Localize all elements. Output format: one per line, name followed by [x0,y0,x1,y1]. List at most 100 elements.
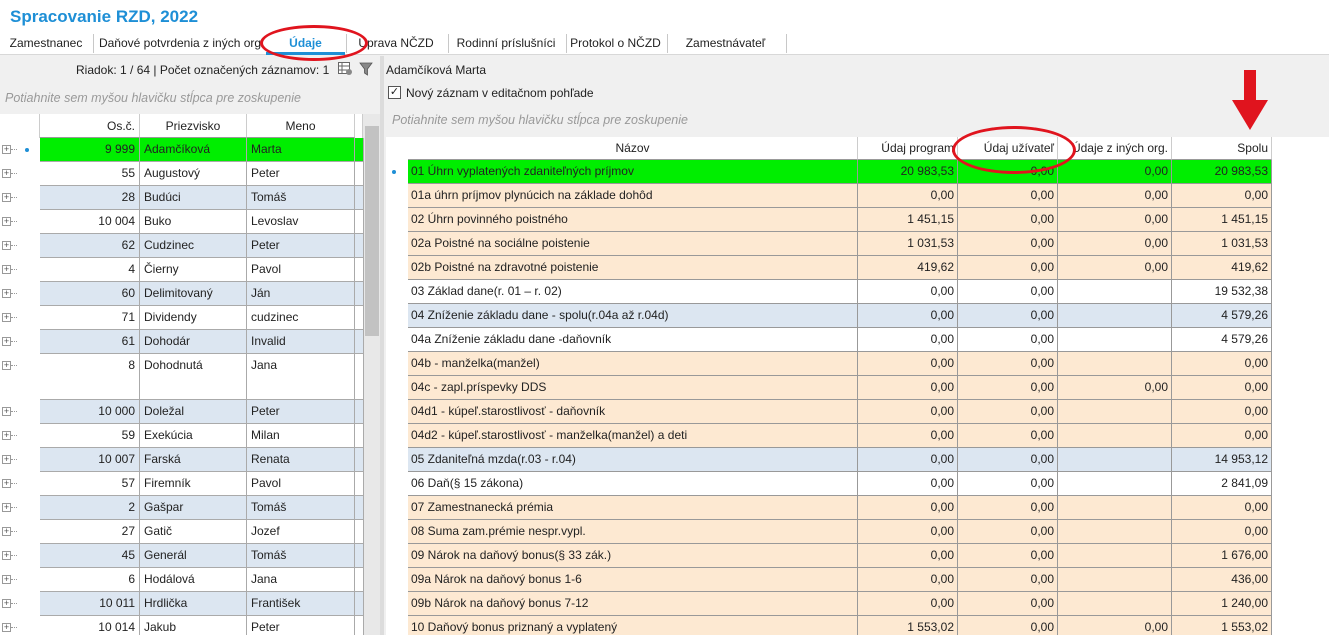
cell-spolu[interactable]: 2 841,09 [1172,472,1272,496]
tax-row[interactable]: 04 Zníženie základu dane - spolu(r.04a a… [408,304,1272,328]
cell-meno[interactable]: Tomáš [247,186,355,210]
cell-nazov[interactable]: 04c - zapl.príspevky DDS [408,376,858,400]
cell-priezvisko[interactable]: Augustový [140,162,247,186]
cell-priezvisko[interactable]: Gašpar [140,496,247,520]
tab-5[interactable]: Protokol o NČZD [565,32,666,55]
cell-priezvisko[interactable]: Gatič [140,520,247,544]
cell-ine[interactable] [1058,568,1172,592]
cell-nazov[interactable]: 07 Zamestnanecká prémia [408,496,858,520]
cell-program[interactable]: 0,00 [858,184,958,208]
expand-icon[interactable]: + [2,503,11,512]
cell-osc[interactable]: 55 [40,162,140,186]
expand-icon[interactable]: + [2,145,11,154]
filter-icon[interactable] [359,62,373,76]
cell-priezvisko[interactable]: Farská [140,448,247,472]
tab-1[interactable]: Daňové potvrdenia z iných org [95,32,265,55]
cell-ine[interactable] [1058,400,1172,424]
cell-nazov[interactable]: 02b Poistné na zdravotné poistenie [408,256,858,280]
cell-osc[interactable]: 27 [40,520,140,544]
tax-row[interactable]: 04c - zapl.príspevky DDS 0,00 0,00 0,00 0,00 [408,376,1272,400]
cell-nazov[interactable]: 09 Nárok na daňový bonus(§ 33 zák.) [408,544,858,568]
cell-ine[interactable] [1058,352,1172,376]
cell-spolu[interactable]: 0,00 [1172,352,1272,376]
cell-nazov[interactable]: 04d2 - kúpeľ.starostlivosť - manželka(ma… [408,424,858,448]
left-group-hint[interactable]: Potiahnite sem myšou hlavičku stĺpca pre… [5,91,301,105]
employee-row[interactable]: +8 Dohodnutá Jana [0,354,364,400]
right-group-hint[interactable]: Potiahnite sem myšou hlavičku stĺpca pre… [392,113,688,127]
cell-uzivatel[interactable]: 0,00 [958,448,1058,472]
cell-program[interactable]: 0,00 [858,448,958,472]
cell-program[interactable]: 0,00 [858,376,958,400]
cell-uzivatel[interactable]: 0,00 [958,376,1058,400]
cell-spolu[interactable]: 1 676,00 [1172,544,1272,568]
pane-splitter[interactable] [380,56,384,635]
tax-row[interactable]: 02a Poistné na sociálne poistenie 1 031,5… [408,232,1272,256]
tax-row[interactable]: 09 Nárok na daňový bonus(§ 33 zák.) 0,00 0… [408,544,1272,568]
tax-row[interactable]: 05 Zdaniteľná mzda(r.03 - r.04) 0,00 0,00 1… [408,448,1272,472]
cell-uzivatel[interactable]: 0,00 [958,616,1058,635]
cell-meno[interactable]: Jozef [247,520,355,544]
cell-spolu[interactable]: 4 579,26 [1172,304,1272,328]
employee-row[interactable]: +61 Dohodár Invalid [0,330,364,354]
cell-spolu[interactable]: 1 553,02 [1172,616,1272,635]
cell-osc[interactable]: 6 [40,568,140,592]
cell-nazov[interactable]: 02 Úhrn povinného poistného [408,208,858,232]
cell-program[interactable]: 0,00 [858,592,958,616]
cell-spolu[interactable]: 1 451,15 [1172,208,1272,232]
cell-program[interactable]: 1 031,53 [858,232,958,256]
cell-uzivatel[interactable]: 0,00 [958,208,1058,232]
cell-spolu[interactable]: 19 532,38 [1172,280,1272,304]
cell-meno[interactable]: Milan [247,424,355,448]
cell-osc[interactable]: 2 [40,496,140,520]
tab-2[interactable]: Údaje [266,32,345,55]
cell-meno[interactable]: Jana [247,568,355,592]
cell-meno[interactable]: Peter [247,616,355,635]
cell-meno[interactable]: Peter [247,234,355,258]
cell-uzivatel[interactable]: 0,00 [958,280,1058,304]
cell-priezvisko[interactable]: Budúci [140,186,247,210]
cell-program[interactable]: 419,62 [858,256,958,280]
tax-row[interactable]: 09a Nárok na daňový bonus 1-6 0,00 0,00 436… [408,568,1272,592]
cell-priezvisko[interactable]: Hodálová [140,568,247,592]
new-record-checkbox[interactable]: ✓ [388,86,401,99]
cell-nazov[interactable]: 10 Daňový bonus priznaný a vyplatený [408,616,858,635]
cell-spolu[interactable]: 0,00 [1172,520,1272,544]
cell-meno[interactable]: Levoslav [247,210,355,234]
cell-nazov[interactable]: 06 Daň(§ 15 zákona) [408,472,858,496]
cell-priezvisko[interactable]: Delimitovaný [140,282,247,306]
cell-program[interactable]: 1 451,15 [858,208,958,232]
cell-program[interactable]: 0,00 [858,496,958,520]
cell-meno[interactable]: Peter [247,400,355,424]
cell-meno[interactable]: Tomáš [247,544,355,568]
cell-nazov[interactable]: 01a úhrn príjmov plynúcich na základe do… [408,184,858,208]
cell-nazov[interactable]: 08 Suma zam.prémie nespr.vypl. [408,520,858,544]
column-header-udaje-z-inych-org[interactable]: Údaje z iných org. [1058,137,1172,160]
expand-icon[interactable]: + [2,479,11,488]
cell-osc[interactable]: 59 [40,424,140,448]
cell-meno[interactable]: Renata [247,448,355,472]
cell-program[interactable]: 0,00 [858,400,958,424]
cell-priezvisko[interactable]: Exekúcia [140,424,247,448]
cell-spolu[interactable]: 1 031,53 [1172,232,1272,256]
tab-4[interactable]: Rodinní príslušníci [447,32,565,55]
column-header-meno[interactable]: Meno [247,114,355,138]
cell-meno[interactable]: Pavol [247,472,355,496]
cell-spolu[interactable]: 14 953,12 [1172,448,1272,472]
cell-osc[interactable]: 8 [40,354,140,400]
employee-row[interactable]: +10 007 Farská Renata [0,448,364,472]
cell-priezvisko[interactable]: Čierny [140,258,247,282]
expand-icon[interactable]: + [2,169,11,178]
cell-ine[interactable]: 0,00 [1058,256,1172,280]
new-record-checkbox-label[interactable]: Nový záznam v editačnom pohľade [406,86,594,100]
cell-spolu[interactable]: 0,00 [1172,400,1272,424]
cell-meno[interactable]: Pavol [247,258,355,282]
cell-ine[interactable] [1058,304,1172,328]
cell-nazov[interactable]: 09b Nárok na daňový bonus 7-12 [408,592,858,616]
tax-row[interactable]: 02 Úhrn povinného poistného 1 451,15 0,00 0… [408,208,1272,232]
cell-osc[interactable]: 9 999 [40,138,140,162]
left-scrollbar-thumb[interactable] [365,126,379,336]
cell-ine[interactable] [1058,472,1172,496]
cell-spolu[interactable]: 0,00 [1172,424,1272,448]
cell-spolu[interactable]: 20 983,53 [1172,160,1272,184]
cell-osc[interactable]: 4 [40,258,140,282]
